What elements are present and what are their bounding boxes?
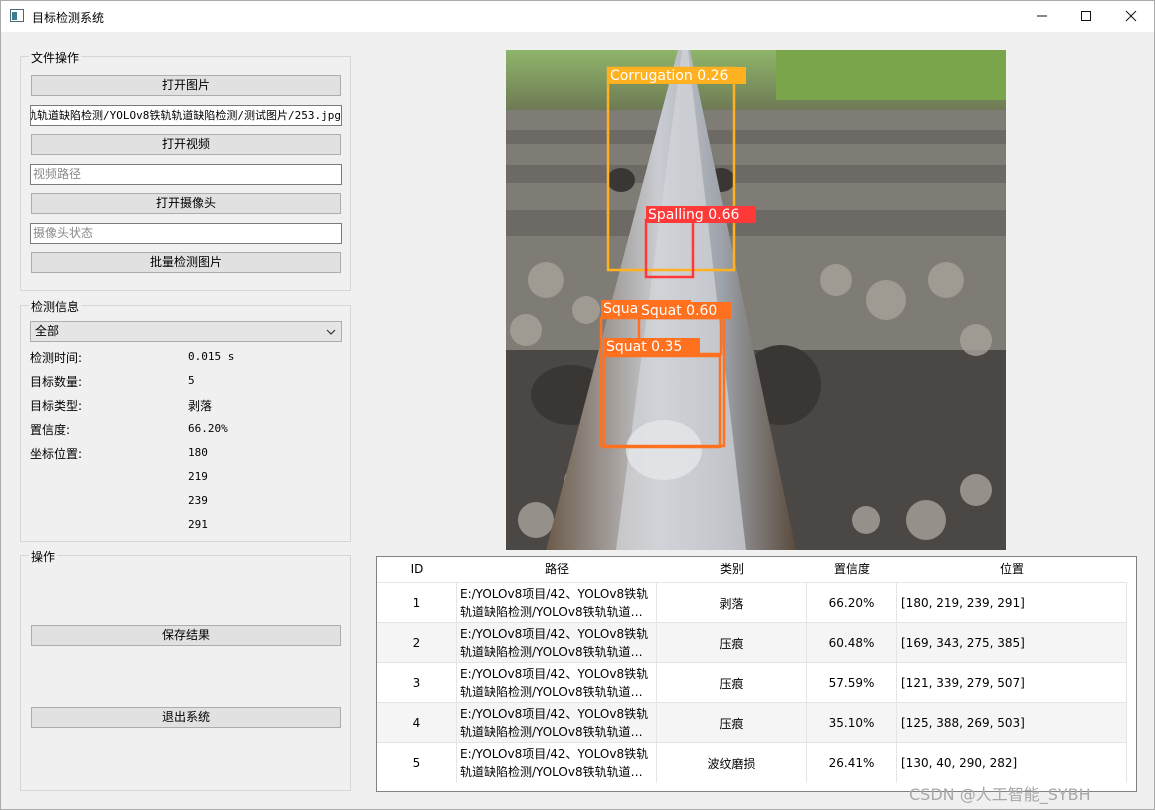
chevron-down-icon <box>326 329 336 335</box>
target-filter-value: 全部 <box>35 324 60 338</box>
cell-conf: 60.48% <box>807 623 897 663</box>
cell-conf: 57.59% <box>807 663 897 703</box>
box-label-spalling: Spalling 0.66 <box>648 207 739 223</box>
open-camera-button[interactable]: 打开摄像头 <box>31 193 341 214</box>
count-label: 目标数量: <box>30 375 83 389</box>
video-path-field[interactable]: 视频路径 <box>30 164 342 185</box>
cell-conf: 66.20% <box>807 583 897 623</box>
table-row[interactable]: 1 E:/YOLOv8项目/42、YOLOv8铁轨轨道缺陷检测/YOLOv8铁轨… <box>377 582 1127 623</box>
camera-status-field[interactable]: 摄像头状态 <box>30 223 342 244</box>
cell-id: 2 <box>377 623 457 663</box>
count-value: 5 <box>188 374 195 387</box>
table-row[interactable]: 4 E:/YOLOv8项目/42、YOLOv8铁轨轨道缺陷检测/YOLOv8铁轨… <box>377 702 1127 743</box>
cell-class: 剥落 <box>657 583 807 623</box>
header-path[interactable]: 路径 <box>457 557 657 582</box>
close-button[interactable] <box>1108 1 1154 32</box>
box-label-corrugation: Corrugation 0.26 <box>610 68 728 84</box>
cell-id: 4 <box>377 703 457 743</box>
cell-path: E:/YOLOv8项目/42、YOLOv8铁轨轨道缺陷检测/YOLOv8铁轨轨道… <box>457 583 657 623</box>
cell-class: 压痕 <box>657 623 807 663</box>
cell-conf: 35.10% <box>807 703 897 743</box>
cell-class: 波纹磨损 <box>657 743 807 783</box>
type-value: 剥落 <box>188 399 213 413</box>
window-title: 目标检测系统 <box>32 11 105 25</box>
pos-ymin: 219 <box>188 470 208 483</box>
box-label-squat-2: Squat 0.60 <box>641 303 717 319</box>
file-ops-title: 文件操作 <box>29 49 82 66</box>
app-icon <box>10 9 24 22</box>
table-row[interactable]: 3 E:/YOLOv8项目/42、YOLOv8铁轨轨道缺陷检测/YOLOv8铁轨… <box>377 662 1127 703</box>
cell-class: 压痕 <box>657 663 807 703</box>
pos-label: 坐标位置: <box>30 447 83 461</box>
cell-conf: 26.41% <box>807 743 897 783</box>
conf-value: 66.20% <box>188 422 228 435</box>
open-video-button[interactable]: 打开视频 <box>31 134 341 155</box>
header-class[interactable]: 类别 <box>657 557 807 582</box>
cell-path: E:/YOLOv8项目/42、YOLOv8铁轨轨道缺陷检测/YOLOv8铁轨轨道… <box>457 703 657 743</box>
cell-id: 3 <box>377 663 457 703</box>
image-path-field[interactable]: E:/YOLOv8项目/42、YOLOv8铁轨轨道缺陷检测/YOLOv8铁轨轨道… <box>30 105 342 126</box>
target-filter-select[interactable]: 全部 <box>30 321 342 342</box>
open-image-button[interactable]: 打开图片 <box>31 75 341 96</box>
cell-id: 5 <box>377 743 457 783</box>
cell-id: 1 <box>377 583 457 623</box>
close-icon <box>1125 10 1137 22</box>
rail-photo: Corrugation 0.26 Spalling 0.66 Squat 0.5… <box>506 50 1006 550</box>
cell-position: [130, 40, 290, 282] <box>897 743 1127 783</box>
cell-class: 压痕 <box>657 703 807 743</box>
conf-label: 置信度: <box>30 423 71 437</box>
save-button[interactable]: 保存结果 <box>31 625 341 646</box>
pos-ymax: 291 <box>188 518 208 531</box>
table-row[interactable]: 5 E:/YOLOv8项目/42、YOLOv8铁轨轨道缺陷检测/YOLOv8铁轨… <box>377 742 1127 783</box>
minimize-button[interactable] <box>1019 1 1065 32</box>
detection-image: Corrugation 0.26 Spalling 0.66 Squat 0.5… <box>506 50 1006 550</box>
box-label-squat-3: Squat 0.35 <box>606 339 682 355</box>
cell-path: E:/YOLOv8项目/42、YOLOv8铁轨轨道缺陷检测/YOLOv8铁轨轨道… <box>457 663 657 703</box>
exit-button[interactable]: 退出系统 <box>31 707 341 728</box>
app-window: 目标检测系统 文件操作 打开图片 E:/YOLOv8项目/42、YOLOv8铁轨… <box>0 0 1155 810</box>
pos-xmax: 239 <box>188 494 208 507</box>
time-value: 0.015 s <box>188 350 235 363</box>
cell-position: [169, 343, 275, 385] <box>897 623 1127 663</box>
cell-path: E:/YOLOv8项目/42、YOLOv8铁轨轨道缺陷检测/YOLOv8铁轨轨道… <box>457 623 657 663</box>
operations-group: 操作 <box>20 548 351 791</box>
header-id[interactable]: ID <box>377 557 457 582</box>
detect-info-title: 检测信息 <box>29 298 82 315</box>
pos-xmin: 180 <box>188 446 208 459</box>
table-row[interactable]: 2 E:/YOLOv8项目/42、YOLOv8铁轨轨道缺陷检测/YOLOv8铁轨… <box>377 622 1127 663</box>
cell-position: [125, 388, 269, 503] <box>897 703 1127 743</box>
header-conf[interactable]: 置信度 <box>807 557 897 582</box>
results-table[interactable]: ID 路径 类别 置信度 位置 1 E:/YOLOv8项目/42、YOLOv8铁… <box>376 556 1137 792</box>
header-position[interactable]: 位置 <box>897 557 1127 582</box>
cell-position: [121, 339, 279, 507] <box>897 663 1127 703</box>
maximize-button[interactable] <box>1063 1 1109 32</box>
cell-position: [180, 219, 239, 291] <box>897 583 1127 623</box>
table-header: ID 路径 类别 置信度 位置 <box>377 557 1136 582</box>
batch-detect-button[interactable]: 批量检测图片 <box>31 252 341 273</box>
time-label: 检测时间: <box>30 351 83 365</box>
watermark: CSDN @人工智能_SYBH <box>909 785 1091 804</box>
minimize-icon <box>1037 15 1047 17</box>
operations-title: 操作 <box>29 548 58 565</box>
maximize-icon <box>1081 11 1091 21</box>
title-bar: 目标检测系统 <box>1 1 1154 32</box>
type-label: 目标类型: <box>30 399 83 413</box>
cell-path: E:/YOLOv8项目/42、YOLOv8铁轨轨道缺陷检测/YOLOv8铁轨轨道… <box>457 743 657 783</box>
